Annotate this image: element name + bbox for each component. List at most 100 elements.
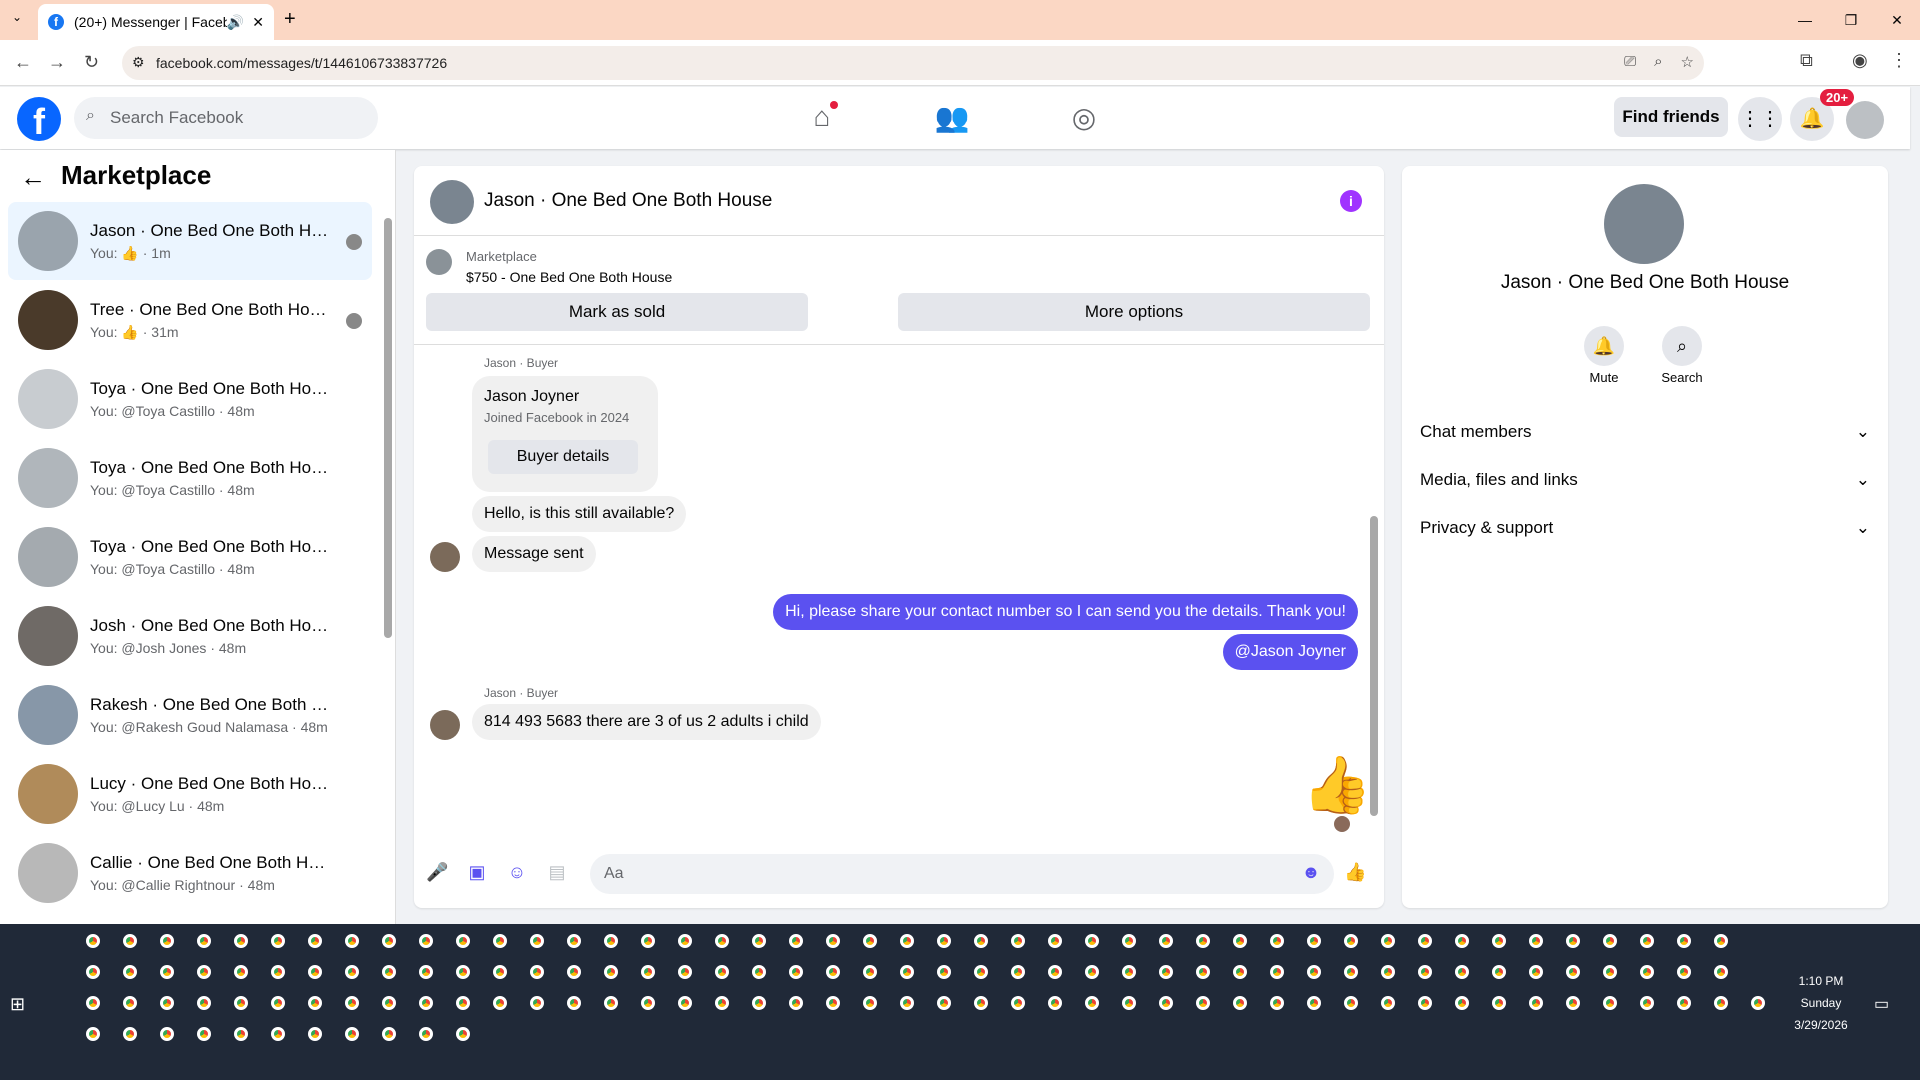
chrome-taskbar-icon[interactable] (937, 965, 951, 979)
chrome-taskbar-icon[interactable] (1381, 965, 1395, 979)
chrome-taskbar-icon[interactable] (1381, 934, 1395, 948)
sticker-icon[interactable]: ☺ (506, 862, 528, 884)
chrome-taskbar-icon[interactable] (1344, 934, 1358, 948)
sender-avatar[interactable] (430, 542, 460, 572)
chrome-taskbar-icon[interactable] (1048, 996, 1062, 1010)
chrome-taskbar-icon[interactable] (1270, 996, 1284, 1010)
chrome-taskbar-icon[interactable] (604, 996, 618, 1010)
chrome-taskbar-icon[interactable] (456, 934, 470, 948)
chat-members-section[interactable]: Chat members ⌄ (1420, 422, 1870, 442)
chrome-taskbar-icon[interactable] (308, 965, 322, 979)
close-window-button[interactable]: ✕ (1874, 0, 1920, 40)
chrome-taskbar-icon[interactable] (1085, 965, 1099, 979)
new-tab-button[interactable]: + (284, 8, 296, 31)
chrome-taskbar-icon[interactable] (789, 996, 803, 1010)
chrome-taskbar-icon[interactable] (1751, 996, 1765, 1010)
chrome-taskbar-icon[interactable] (1455, 996, 1469, 1010)
chrome-taskbar-icon[interactable] (123, 934, 137, 948)
chrome-taskbar-icon[interactable] (715, 996, 729, 1010)
chrome-taskbar-icon[interactable] (123, 965, 137, 979)
chrome-taskbar-icon[interactable] (1418, 934, 1432, 948)
conversation-item[interactable]: Callie · One Bed One Both House You: @Cal… (8, 834, 372, 912)
find-friends-button[interactable]: Find friends (1614, 97, 1728, 137)
chrome-taskbar-icon[interactable] (1048, 965, 1062, 979)
info-icon[interactable]: i (1340, 190, 1362, 212)
chrome-taskbar-icon[interactable] (493, 965, 507, 979)
chrome-taskbar-icon[interactable] (789, 965, 803, 979)
chrome-taskbar-icon[interactable] (456, 1027, 470, 1041)
chrome-taskbar-icon[interactable] (271, 934, 285, 948)
chrome-taskbar-icon[interactable] (1011, 996, 1025, 1010)
chrome-taskbar-icon[interactable] (567, 996, 581, 1010)
chrome-taskbar-icon[interactable] (308, 934, 322, 948)
chrome-taskbar-icon[interactable] (1603, 965, 1617, 979)
chrome-taskbar-icon[interactable] (345, 934, 359, 948)
chrome-taskbar-icon[interactable] (160, 996, 174, 1010)
chrome-taskbar-icon[interactable] (1122, 965, 1136, 979)
chrome-taskbar-icon[interactable] (1270, 965, 1284, 979)
restore-button[interactable]: ❐ (1828, 0, 1874, 40)
chrome-taskbar-icon[interactable] (160, 1027, 174, 1041)
chrome-taskbar-icon[interactable] (530, 934, 544, 948)
chrome-taskbar-icon[interactable] (1159, 965, 1173, 979)
conversation-item[interactable]: Tree · One Bed One Both House You: 👍 · 31… (8, 281, 372, 359)
chrome-taskbar-icon[interactable] (1122, 934, 1136, 948)
chrome-taskbar-icon[interactable] (234, 996, 248, 1010)
chrome-taskbar-icon[interactable] (197, 996, 211, 1010)
windows-start-icon[interactable]: ⊞ (10, 994, 25, 1015)
chrome-taskbar-icon[interactable] (1566, 934, 1580, 948)
chrome-taskbar-icon[interactable] (1677, 965, 1691, 979)
chrome-taskbar-icon[interactable] (160, 934, 174, 948)
chrome-taskbar-icon[interactable] (1492, 934, 1506, 948)
chrome-taskbar-icon[interactable] (1455, 965, 1469, 979)
chrome-taskbar-icon[interactable] (530, 996, 544, 1010)
microphone-icon[interactable]: 🎤 (426, 862, 448, 884)
chrome-taskbar-icon[interactable] (1307, 934, 1321, 948)
chrome-taskbar-icon[interactable] (1196, 965, 1210, 979)
chrome-taskbar-icon[interactable] (900, 996, 914, 1010)
chrome-taskbar-icon[interactable] (160, 965, 174, 979)
chrome-taskbar-icon[interactable] (1529, 965, 1543, 979)
chrome-taskbar-icon[interactable] (604, 934, 618, 948)
conversation-item[interactable]: Toya · One Bed One Both House You: @Toya … (8, 360, 372, 438)
chrome-taskbar-icon[interactable] (1566, 965, 1580, 979)
extensions-icon[interactable]: ⧉ (1800, 50, 1813, 71)
chrome-taskbar-icon[interactable] (493, 934, 507, 948)
chrome-taskbar-icon[interactable] (419, 996, 433, 1010)
chrome-taskbar-icon[interactable] (345, 996, 359, 1010)
conversation-item[interactable]: Josh · One Bed One Both House You: @Josh … (8, 597, 372, 675)
search-input[interactable]: ⌕ Search Facebook (74, 97, 378, 139)
chrome-taskbar-icon[interactable] (382, 996, 396, 1010)
chrome-taskbar-icon[interactable] (1344, 996, 1358, 1010)
conversation-item[interactable]: Toya · One Bed One Both House You: @Toya … (8, 518, 372, 596)
chrome-taskbar-icon[interactable] (863, 934, 877, 948)
profile-icon[interactable]: ◉ (1852, 50, 1868, 71)
buyer-details-button[interactable]: Buyer details (488, 440, 638, 474)
chrome-taskbar-icon[interactable] (1418, 965, 1432, 979)
chrome-taskbar-icon[interactable] (234, 965, 248, 979)
chrome-taskbar-icon[interactable] (974, 934, 988, 948)
chrome-taskbar-icon[interactable] (1048, 934, 1062, 948)
chrome-taskbar-icon[interactable] (715, 965, 729, 979)
chrome-taskbar-icon[interactable] (678, 965, 692, 979)
privacy-section[interactable]: Privacy & support ⌄ (1420, 518, 1870, 538)
chrome-taskbar-icon[interactable] (752, 996, 766, 1010)
conversation-item[interactable]: Toya · One Bed One Both House You: @Toya … (8, 439, 372, 517)
chrome-taskbar-icon[interactable] (900, 934, 914, 948)
photo-icon[interactable]: ▣ (466, 862, 488, 884)
mute-bell-icon[interactable]: 🔔 (1584, 326, 1624, 366)
menu-grid-icon[interactable]: ⋮⋮ (1738, 97, 1782, 141)
chrome-taskbar-icon[interactable] (937, 934, 951, 948)
chrome-taskbar-icon[interactable] (1233, 996, 1247, 1010)
chrome-taskbar-icon[interactable] (308, 1027, 322, 1041)
chrome-taskbar-icon[interactable] (1566, 996, 1580, 1010)
reload-icon[interactable]: ↻ (84, 52, 99, 73)
chrome-taskbar-icon[interactable] (1603, 934, 1617, 948)
tab-search-icon[interactable]: ⌄ (12, 10, 22, 24)
chrome-taskbar-icon[interactable] (419, 965, 433, 979)
conversation-item[interactable]: Jason · One Bed One Both Ho... You: 👍 · 1… (8, 202, 372, 280)
back-icon[interactable]: ← (14, 52, 32, 73)
chrome-taskbar-icon[interactable] (715, 934, 729, 948)
chrome-taskbar-icon[interactable] (826, 965, 840, 979)
chrome-taskbar-icon[interactable] (1640, 965, 1654, 979)
